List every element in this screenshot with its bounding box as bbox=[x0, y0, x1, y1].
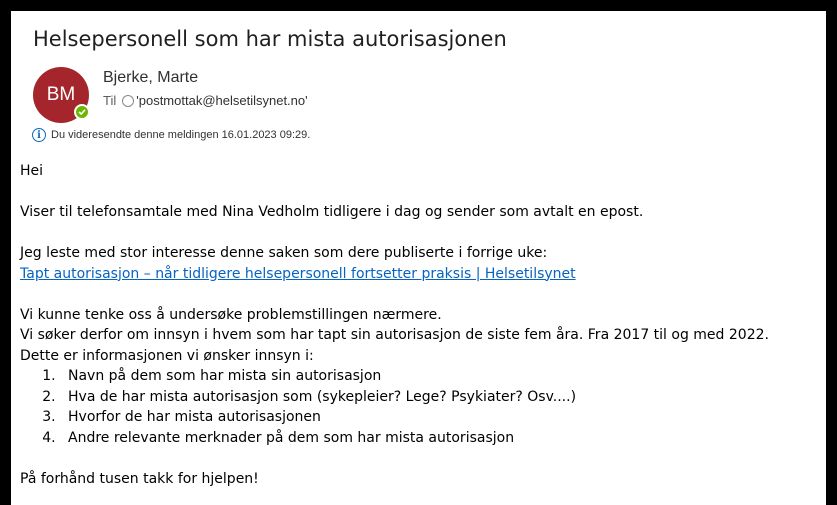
email-body: Hei Viser til telefonsamtale med Nina Ve… bbox=[20, 161, 820, 489]
list-item: Navn på dem som har mista sin autorisasj… bbox=[60, 366, 820, 387]
recipient-status-icon bbox=[122, 94, 135, 107]
greeting: Hei bbox=[20, 163, 44, 179]
forwarded-info-text: Du videresendte denne meldingen 16.01.20… bbox=[51, 129, 311, 141]
recipient-address[interactable]: 'postmottak@helsetilsynet.no' bbox=[136, 93, 307, 108]
list-item: Hvorfor de har mista autorisasjonen bbox=[60, 407, 820, 428]
body-paragraph: Viser til telefonsamtale med Nina Vedhol… bbox=[20, 204, 644, 220]
body-paragraph: Dette er informasjonen vi ønsker innsyn … bbox=[20, 347, 314, 364]
to-label: Til bbox=[103, 93, 117, 108]
body-paragraph: Vi kunne tenke oss å undersøke problemst… bbox=[20, 306, 442, 323]
email-subject: Helsepersonell som har mista autorisasjo… bbox=[33, 27, 507, 51]
sender-name[interactable]: Bjerke, Marte bbox=[103, 69, 198, 87]
article-link[interactable]: Tapt autorisasjon – når tidligere helsep… bbox=[20, 266, 576, 282]
body-paragraph: Vi søker derfor om innsyn i hvem som har… bbox=[20, 327, 769, 343]
body-paragraph: Jeg leste med stor interesse denne saken… bbox=[20, 245, 548, 261]
email-reading-pane: Helsepersonell som har mista autorisasjo… bbox=[11, 11, 826, 505]
list-item: Hva de har mista autorisasjon som (sykep… bbox=[60, 387, 820, 408]
recipient-line: Til 'postmottak@helsetilsynet.no' bbox=[103, 93, 308, 108]
forwarded-info-bar: i Du videresendte denne meldingen 16.01.… bbox=[32, 128, 310, 142]
avatar-initials: BM bbox=[46, 84, 76, 105]
list-item: Andre relevante merknader på dem som har… bbox=[60, 428, 820, 449]
presence-available-icon bbox=[74, 104, 90, 120]
closing: På forhånd tusen takk for hjelpen! bbox=[20, 470, 259, 487]
request-list: Navn på dem som har mista sin autorisasj… bbox=[20, 366, 820, 448]
info-icon: i bbox=[32, 128, 46, 142]
